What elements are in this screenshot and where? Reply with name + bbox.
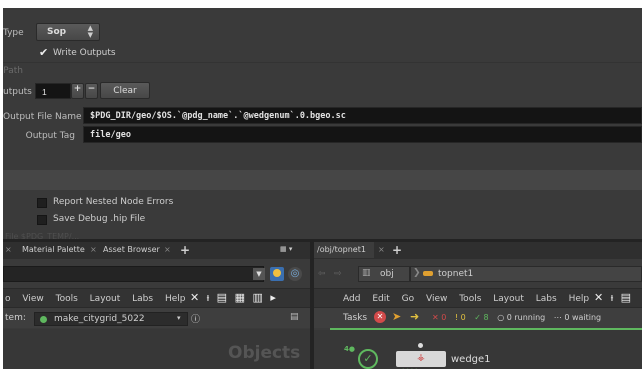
- menu-view[interactable]: View: [426, 294, 447, 304]
- houdini-window: Type Sop ▲ ▼ ✔ Write Outputs Path utputs …: [3, 8, 642, 369]
- running-count: 0 running: [506, 313, 546, 322]
- output-file-name-field[interactable]: $PDG_DIR/geo/$OS.`@pdg_name`.`@wedgenum`…: [83, 107, 642, 124]
- add-tab-button[interactable]: +: [392, 242, 402, 257]
- menu-go[interactable]: Go: [402, 294, 414, 304]
- forward-arrow-icon[interactable]: ⇨: [334, 269, 342, 279]
- write-outputs-check-icon[interactable]: ✔: [39, 46, 48, 59]
- right-pane: /obj/topnet1 × + ⇦ ⇨ ▥ obj ❯ topnet1 Add…: [314, 242, 642, 369]
- save-debug-label: Save Debug .hip File: [53, 214, 146, 224]
- left-menu: o View Tools Layout Labs Help: [5, 294, 186, 304]
- item-label: tem:: [5, 313, 26, 323]
- item-value: make_citygrid_5022: [54, 314, 145, 324]
- menu-tools[interactable]: Tools: [459, 294, 481, 304]
- outputs-count-field[interactable]: 1: [35, 83, 71, 99]
- list-icon[interactable]: ▤: [621, 291, 631, 304]
- right-toolbar-icons: ✕ ᵼ ▤: [594, 291, 631, 304]
- add-tab-button[interactable]: +: [180, 242, 190, 257]
- tasks-label: Tasks: [343, 313, 368, 323]
- type-value: Sop: [47, 27, 67, 37]
- breadcrumb-topnet[interactable]: ❯ topnet1: [410, 266, 642, 282]
- back-arrow-icon[interactable]: ⇦: [318, 269, 326, 279]
- menu-tools[interactable]: Tools: [56, 294, 78, 304]
- node-cook-status-icon[interactable]: ✓: [358, 349, 378, 369]
- menu-help[interactable]: Help: [569, 294, 590, 304]
- tools-icon[interactable]: ✕: [190, 291, 199, 304]
- menu-view[interactable]: View: [22, 294, 43, 304]
- waiting-count: 0 waiting: [564, 313, 602, 322]
- table-icon[interactable]: ▥: [252, 291, 262, 304]
- pin-pane-icon[interactable]: ◎: [288, 267, 302, 281]
- menu-add[interactable]: Add: [343, 294, 360, 304]
- dropdown-arrow-icon[interactable]: ▼: [253, 268, 265, 280]
- faded-param-row: File $PDG_TEMP/...: [5, 232, 80, 239]
- save-debug-checkbox[interactable]: [37, 215, 47, 225]
- stepper-arrows-icon: ▲ ▼: [87, 24, 93, 39]
- link-pane-icon[interactable]: [270, 267, 284, 281]
- chevron-right-icon: ❯: [413, 268, 421, 278]
- remove-output-button[interactable]: −: [85, 83, 98, 99]
- cook-icon[interactable]: ➤: [392, 310, 401, 323]
- output-tag-field[interactable]: file/geo: [83, 126, 642, 143]
- outputs-label: utputs: [3, 87, 32, 97]
- type-label: Type: [3, 28, 24, 38]
- list-icon[interactable]: ▤: [217, 291, 227, 304]
- grid-icon[interactable]: ▦: [235, 291, 245, 304]
- tab-asset-browser[interactable]: Asset Browser: [103, 242, 160, 258]
- obj-icon: ▥: [362, 268, 371, 278]
- menu-help[interactable]: Help: [165, 294, 186, 304]
- network-toolbar-icons: ✕ ᵼ ▤ ▦ ▥ ▸: [190, 291, 276, 304]
- menu-edit[interactable]: Edit: [372, 294, 389, 304]
- tab-close-icon[interactable]: ×: [164, 242, 171, 258]
- more-icon[interactable]: ▸: [270, 291, 276, 304]
- tree-icon[interactable]: ᵼ: [611, 291, 613, 304]
- status-dot-icon: [40, 316, 47, 323]
- success-count: 8: [483, 313, 489, 322]
- right-menu: Add Edit Go View Tools Layout Labs Help: [343, 294, 589, 304]
- output-tag-label: Output Tag: [25, 131, 75, 141]
- tree-icon[interactable]: ᵼ: [207, 291, 209, 304]
- tab-topnet[interactable]: /obj/topnet1: [314, 242, 374, 258]
- warning-count: 0: [460, 313, 466, 322]
- collapsed-section-band[interactable]: [3, 170, 642, 190]
- menu-labs[interactable]: Labs: [536, 294, 557, 304]
- menu-layout[interactable]: Layout: [90, 294, 121, 304]
- node-name: wedge1: [451, 354, 491, 365]
- tools-icon[interactable]: ✕: [594, 291, 603, 304]
- node-input-connector[interactable]: [418, 343, 423, 348]
- info-icon[interactable]: ⓘ: [191, 312, 200, 325]
- pane-menu-icon[interactable]: ▦ ▾: [280, 242, 292, 258]
- wedge-node-icon: ⚶: [417, 353, 425, 363]
- item-dropdown[interactable]: make_citygrid_5022 ▾: [34, 312, 188, 326]
- menu-layout[interactable]: Layout: [493, 294, 524, 304]
- clear-button[interactable]: Clear: [100, 82, 150, 99]
- wedge-node[interactable]: ⚶: [396, 351, 446, 367]
- cancel-tasks-icon[interactable]: ✕: [374, 311, 386, 323]
- tab-close-icon[interactable]: ×: [90, 242, 97, 258]
- menu-labs[interactable]: Labs: [132, 294, 153, 304]
- breadcrumb-obj[interactable]: ▥ obj: [358, 266, 410, 282]
- failed-count: 0: [441, 313, 447, 322]
- tab-close-icon[interactable]: ×: [378, 242, 385, 258]
- chevron-down-icon: ▾: [177, 314, 181, 322]
- topnet-icon: [423, 271, 433, 276]
- table-view-icon[interactable]: ▤: [290, 312, 299, 322]
- write-outputs-label: Write Outputs: [53, 48, 116, 58]
- path-dropdown[interactable]: [3, 266, 264, 282]
- path-label: Path: [3, 66, 23, 76]
- network-context-label: Objects: [228, 343, 301, 363]
- type-dropdown[interactable]: Sop ▲ ▼: [36, 23, 100, 41]
- add-output-button[interactable]: +: [71, 83, 84, 99]
- menu-o[interactable]: o: [5, 294, 11, 304]
- node-work-item-count: 4●: [344, 345, 355, 353]
- cook-output-icon[interactable]: ➜: [410, 310, 419, 323]
- left-pane: × Material Palette × Asset Browser × + ▦…: [3, 242, 310, 369]
- output-file-name-label: Output File Name: [3, 112, 82, 122]
- tab-close-icon[interactable]: ×: [5, 242, 12, 258]
- report-nested-label: Report Nested Node Errors: [53, 197, 174, 207]
- task-status-counts: ✕ 0 ! 0 ✓ 8 ○ 0 running ⋯ 0 waiting: [432, 313, 602, 322]
- report-nested-checkbox[interactable]: [37, 198, 47, 208]
- tab-material-palette[interactable]: Material Palette: [22, 242, 85, 258]
